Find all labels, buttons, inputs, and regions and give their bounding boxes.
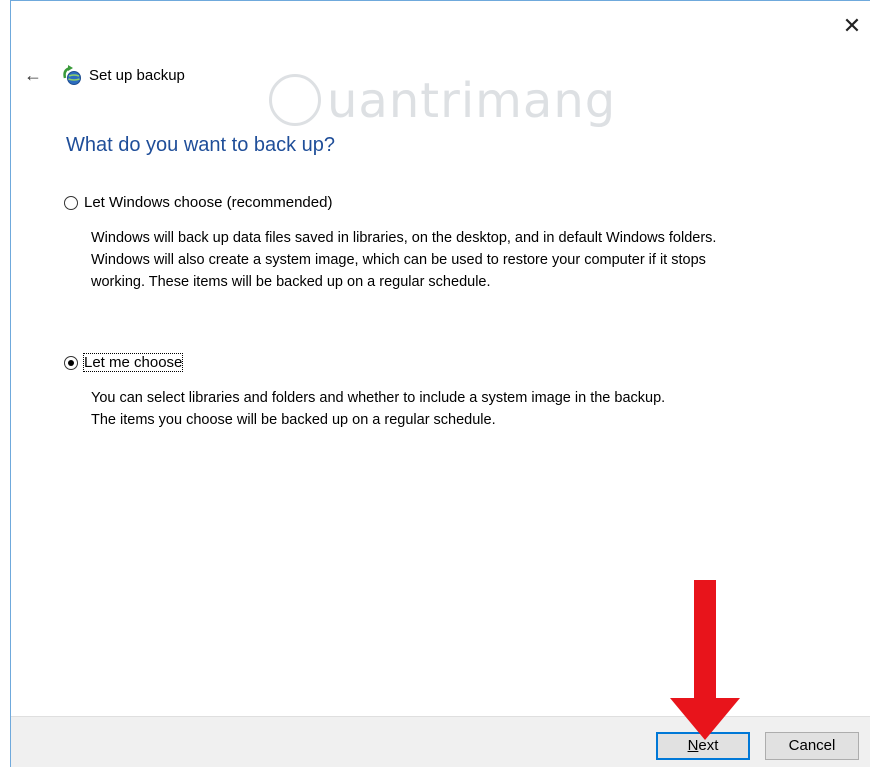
wizard-footer: Next Cancel [11, 716, 870, 767]
description-line: The items you choose will be backed up o… [91, 412, 496, 428]
description-line: You can select libraries and folders and… [91, 390, 666, 406]
option-description: Windows will back up data files saved in… [91, 227, 851, 293]
watermark-text: uantrimang [327, 73, 617, 129]
description-line: Windows will also create a system image,… [91, 252, 706, 268]
back-arrow-icon[interactable]: ← [23, 65, 43, 86]
radio-let-me-choose[interactable] [64, 355, 78, 370]
radio-let-windows-choose[interactable] [64, 195, 78, 210]
wizard-title: Set up backup [89, 66, 185, 84]
watermark-logo: uantrimang [269, 73, 616, 130]
option-description: You can select libraries and folders and… [91, 387, 851, 431]
description-line: Windows will back up data files saved in… [91, 230, 717, 246]
option-let-windows-choose[interactable]: Let Windows choose (recommended) [64, 194, 332, 211]
red-down-arrow-annotation [670, 580, 740, 740]
cancel-button[interactable]: Cancel [765, 732, 859, 760]
option-let-me-choose[interactable]: Let me choose [64, 353, 184, 372]
backup-wizard-icon [63, 65, 81, 85]
option-label[interactable]: Let me choose [82, 353, 184, 372]
close-icon[interactable]: ✕ [840, 15, 864, 39]
page-heading: What do you want to back up? [66, 134, 336, 156]
option-label[interactable]: Let Windows choose (recommended) [84, 194, 332, 211]
lightbulb-icon [269, 74, 321, 126]
backup-wizard-window: ✕ ← Set up backup uantrimang What do you… [10, 0, 870, 767]
wizard-nav: ← Set up backup [23, 63, 185, 87]
description-line: working. These items will be backed up o… [91, 274, 491, 290]
